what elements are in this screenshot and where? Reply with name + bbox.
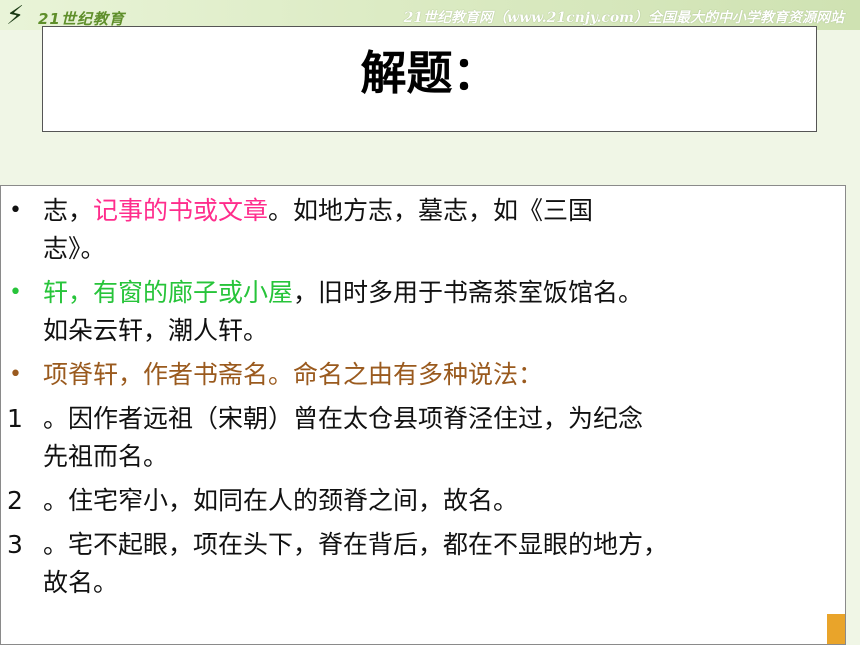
text-segment: 。因作者远祖（宋朝）曾在太仓县项脊泾住过，为纪念	[43, 404, 644, 433]
text-segment: ，旧时多用于书斋茶室饭馆名。	[293, 278, 644, 307]
highlight-text: 项脊轩，作者书斋名。命名之由有多种说法：	[43, 360, 544, 389]
corner-accent	[827, 614, 845, 644]
bullet-marker: •	[9, 198, 22, 223]
text-continuation: 志》。	[43, 234, 106, 263]
content-box: • 志，记事的书或文章。如地方志，墓志，如《三国 志》。 • 轩，有窗的廊子或小…	[0, 185, 846, 645]
runner-icon: ⚡	[6, 1, 25, 31]
highlight-text: 轩，有窗的廊子或小屋	[43, 278, 294, 307]
number-marker: 1	[7, 404, 23, 433]
list-item: 2 。住宅窄小，如同在人的颈脊之间，故名。	[1, 482, 847, 520]
text-segment: 。住宅窄小，如同在人的颈脊之间，故名。	[43, 486, 519, 515]
text-continuation: 先祖而名。	[43, 442, 169, 471]
bullet-marker: •	[9, 280, 22, 305]
number-marker: 3	[7, 530, 23, 559]
list-item: • 志，记事的书或文章。如地方志，墓志，如《三国 志》。	[1, 192, 847, 268]
text-continuation: 如朵云轩，潮人轩。	[43, 316, 269, 345]
text-segment: 。宅不起眼，项在头下，脊在背后，都在不显眼的地方，	[43, 530, 669, 559]
text-segment: 。如地方志，墓志，如《三国	[268, 196, 594, 225]
number-marker: 2	[7, 486, 23, 515]
highlight-text: 记事的书或文章	[93, 196, 269, 225]
list-item: 1 。因作者远祖（宋朝）曾在太仓县项脊泾住过，为纪念 先祖而名。	[1, 400, 847, 476]
text-segment: 志，	[43, 196, 94, 225]
bullet-marker: •	[9, 362, 22, 387]
site-caption: 21世纪教育网（www.21cnjy.com）全国最大的中小学教育资源网站	[403, 10, 844, 26]
content-lines: • 志，记事的书或文章。如地方志，墓志，如《三国 志》。 • 轩，有窗的廊子或小…	[1, 192, 847, 608]
list-item: 3 。宅不起眼，项在头下，脊在背后，都在不显眼的地方， 故名。	[1, 526, 847, 602]
text-continuation: 故名。	[43, 568, 119, 597]
title-box: 解题：	[42, 26, 817, 132]
list-item: • 项脊轩，作者书斋名。命名之由有多种说法：	[1, 356, 847, 394]
slide-title: 解题：	[360, 46, 499, 100]
list-item: • 轩，有窗的廊子或小屋，旧时多用于书斋茶室饭馆名。 如朵云轩，潮人轩。	[1, 274, 847, 350]
